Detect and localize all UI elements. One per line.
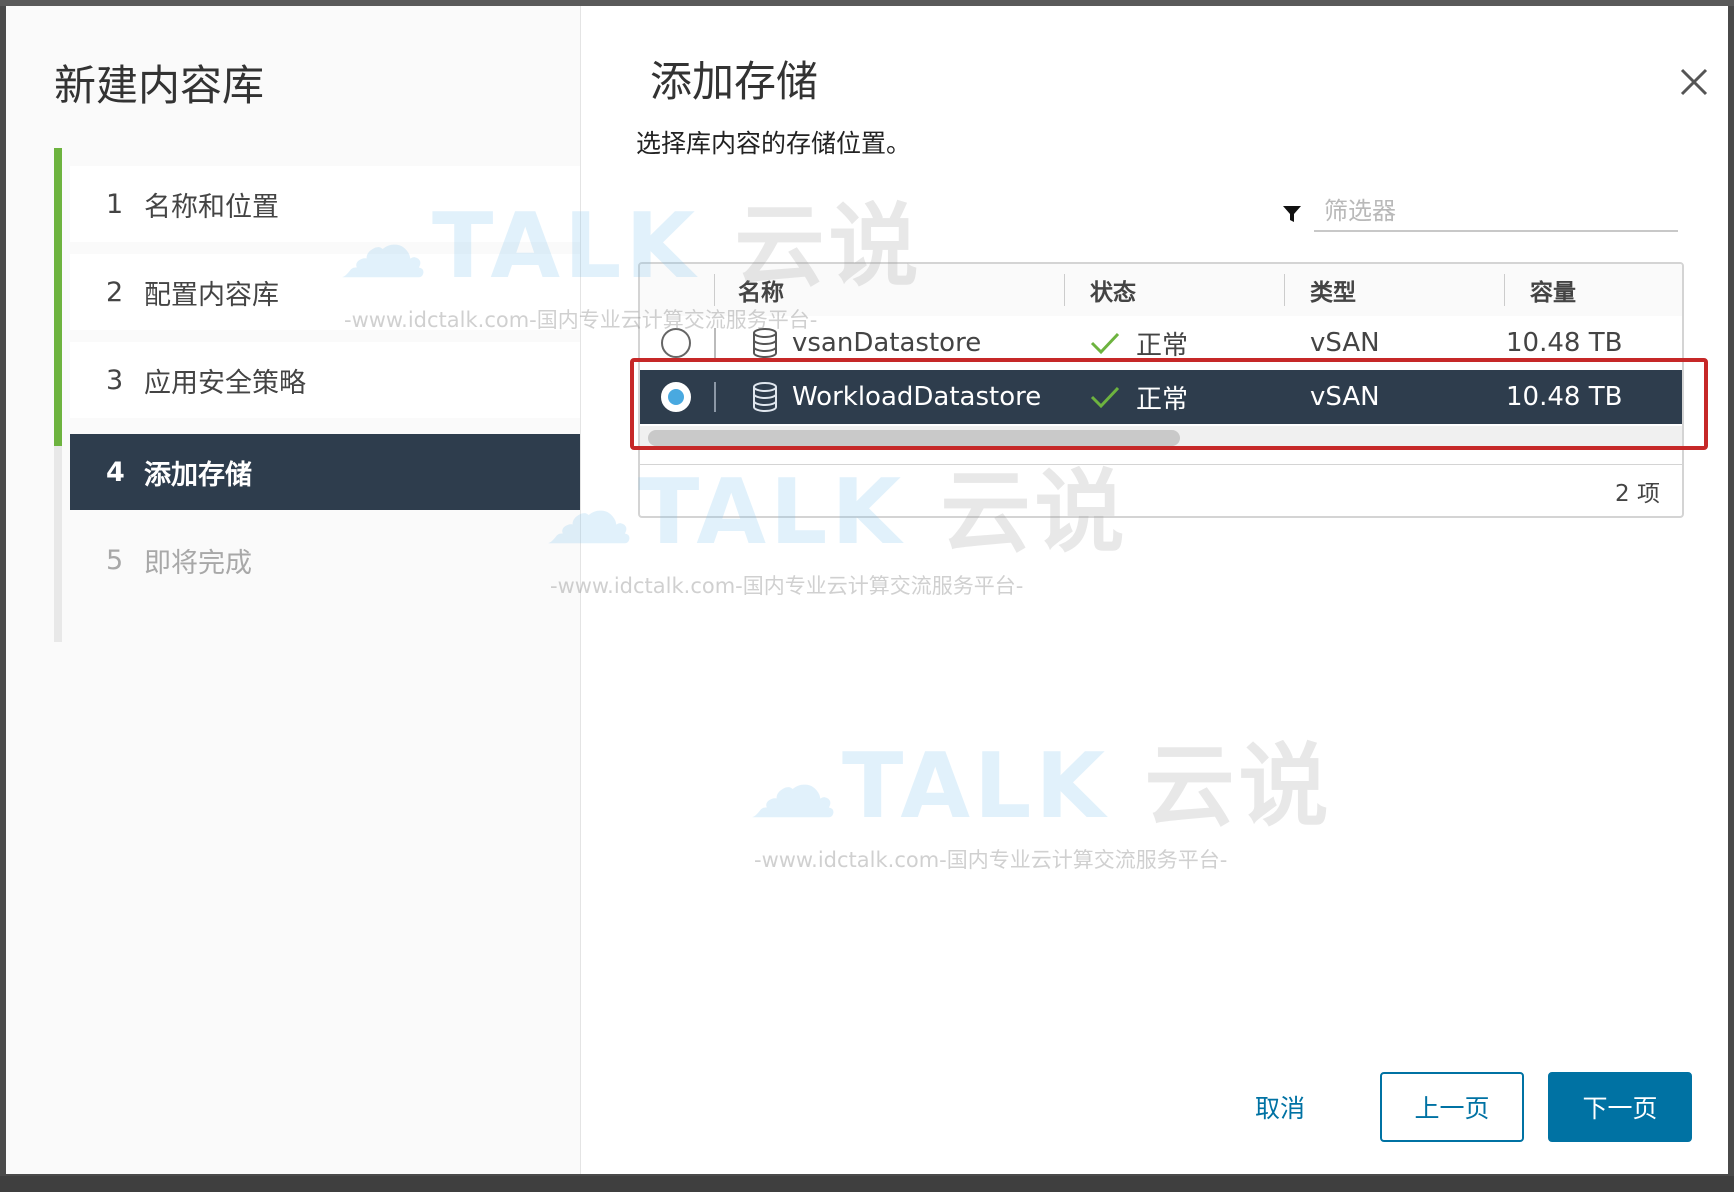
page-title: 添加存储 — [650, 57, 819, 106]
column-header-type[interactable]: 类型 — [1310, 264, 1356, 316]
type-cell: vSAN — [1310, 328, 1380, 358]
table-row[interactable]: vsanDatastore 正常 vSAN 10.48 TB — [640, 316, 1682, 371]
step-number: 1 — [106, 188, 124, 220]
step-progress-complete — [54, 148, 62, 446]
step-number: 3 — [106, 364, 124, 396]
capacity-cell: 10.48 TB — [1506, 328, 1623, 358]
radio-icon[interactable] — [660, 327, 692, 359]
wizard-steps-pane: 新建内容库 1 名称和位置 2 配置内容库 3 应用安全策略 4 添加存储 5 … — [6, 6, 581, 1174]
step-label: 即将完成 — [144, 547, 252, 579]
datastore-name[interactable]: WorkloadDatastore — [792, 370, 1041, 424]
back-button[interactable]: 上一页 — [1380, 1072, 1524, 1142]
wizard-content: 添加存储 选择库内容的存储位置。 名称 状态 类型 容量 — [580, 6, 1728, 1174]
filter-input[interactable] — [1314, 192, 1678, 232]
status-text: 正常 — [1136, 384, 1189, 415]
item-count: 2 项 — [1615, 480, 1660, 507]
table-row-selected[interactable]: WorkloadDatastore 正常 vSAN 10.48 TB — [640, 370, 1682, 424]
column-separator — [714, 274, 715, 306]
row-separator — [714, 382, 716, 412]
status-text: 正常 — [1136, 330, 1189, 361]
step-number: 5 — [106, 544, 124, 576]
database-icon — [753, 328, 777, 358]
next-button[interactable]: 下一页 — [1548, 1072, 1692, 1142]
database-icon — [753, 382, 777, 412]
wizard-step-name-location[interactable]: 1 名称和位置 — [70, 166, 580, 242]
datastore-grid: 名称 状态 类型 容量 vsanDatastore 正常 vSAN 10.48 … — [638, 262, 1684, 518]
column-header-status[interactable]: 状态 — [1090, 264, 1136, 316]
status-cell: 正常 — [1090, 316, 1188, 370]
cancel-button[interactable]: 取消 — [1220, 1072, 1340, 1142]
step-number: 2 — [106, 276, 124, 308]
step-number: 4 — [106, 456, 125, 488]
datastore-name[interactable]: vsanDatastore — [792, 316, 981, 370]
type-cell: vSAN — [1310, 382, 1380, 412]
new-content-library-dialog: 新建内容库 1 名称和位置 2 配置内容库 3 应用安全策略 4 添加存储 5 … — [6, 6, 1728, 1174]
step-label: 配置内容库 — [144, 279, 279, 311]
column-header-name[interactable]: 名称 — [738, 264, 784, 316]
filter-icon — [1283, 206, 1301, 222]
check-icon — [1090, 332, 1120, 355]
wizard-step-configure-library[interactable]: 2 配置内容库 — [70, 254, 580, 330]
row-separator — [714, 328, 716, 358]
check-icon — [1090, 386, 1120, 409]
step-label: 应用安全策略 — [144, 367, 306, 399]
column-separator — [1064, 274, 1065, 306]
scrollbar-thumb[interactable] — [648, 430, 1180, 446]
step-label: 添加存储 — [144, 459, 252, 491]
page-subtitle: 选择库内容的存储位置。 — [636, 129, 912, 158]
step-label: 名称和位置 — [144, 191, 279, 223]
wizard-step-add-storage[interactable]: 4 添加存储 — [70, 434, 580, 510]
wizard-title: 新建内容库 — [54, 61, 265, 110]
capacity-cell: 10.48 TB — [1506, 382, 1623, 412]
grid-footer: 2 项 — [640, 464, 1682, 516]
column-header-capacity[interactable]: 容量 — [1530, 264, 1576, 316]
backdrop — [0, 1176, 1734, 1192]
close-button[interactable] — [1670, 58, 1718, 106]
column-separator — [1284, 274, 1285, 306]
radio-icon[interactable] — [660, 381, 692, 413]
horizontal-scrollbar[interactable] — [640, 426, 1682, 450]
status-cell: 正常 — [1090, 370, 1188, 424]
grid-header: 名称 状态 类型 容量 — [640, 264, 1682, 317]
close-icon — [1680, 68, 1708, 96]
column-separator — [1504, 274, 1505, 306]
filter-box — [1280, 192, 1692, 236]
wizard-step-ready-to-complete: 5 即将完成 — [70, 522, 580, 598]
wizard-step-security-policy[interactable]: 3 应用安全策略 — [70, 342, 580, 418]
